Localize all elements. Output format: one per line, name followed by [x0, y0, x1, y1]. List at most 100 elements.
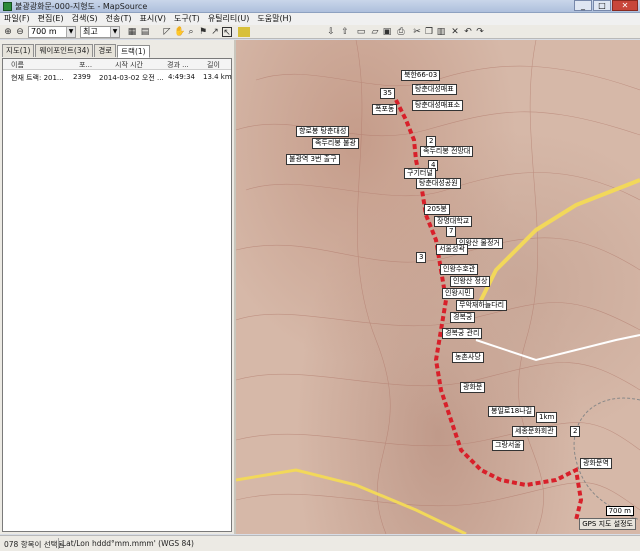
detail-level-value: 최고: [83, 27, 98, 36]
waypoint-label[interactable]: 7: [446, 226, 457, 237]
print-icon[interactable]: ⎙: [396, 27, 406, 37]
menu-help[interactable]: 도움말(H): [253, 13, 295, 25]
waypoint-label[interactable]: 폭포동: [372, 104, 398, 115]
measure-icon[interactable]: ◸: [162, 27, 172, 37]
selection-status: 078 항목이 선택됨: [4, 540, 65, 549]
waypoint-label[interactable]: 205봉: [424, 204, 450, 215]
save-icon[interactable]: ▣: [382, 27, 392, 37]
app-icon: [3, 2, 12, 11]
waypoint-label[interactable]: 인왕시민: [442, 288, 474, 299]
map-view[interactable]: 북한66-03 35 탕춘대성매표 탕춘대성매표소 폭포동 향로봉 탕춘대성 2…: [236, 40, 640, 534]
waypoint-label[interactable]: 서울성곽: [436, 244, 468, 255]
col-elapsed[interactable]: 경과 ...: [167, 60, 189, 70]
menu-view[interactable]: 표시(V): [136, 13, 170, 25]
receive-from-device-icon[interactable]: ⇩: [326, 27, 336, 37]
waypoint-label[interactable]: 족두리봉 전망대: [420, 146, 474, 157]
waypoint-label[interactable]: 세종문화회관: [512, 426, 557, 437]
window-controls: _ □ ✕: [573, 0, 638, 12]
route-tool-icon[interactable]: ↗: [210, 27, 220, 37]
menu-transfer[interactable]: 전송(T): [102, 13, 136, 25]
waypoint-label[interactable]: 인왕산 정상: [450, 276, 491, 287]
waypoint-label[interactable]: 북한66-03: [401, 70, 441, 81]
map-legend: GPS 지도 설정도: [579, 518, 636, 530]
close-button[interactable]: ✕: [612, 0, 638, 11]
open-file-icon[interactable]: ▱: [370, 27, 380, 37]
menu-tools[interactable]: 도구(T): [170, 13, 204, 25]
zoom-scale-value: 700 m: [31, 27, 57, 36]
menu-utilities[interactable]: 유틸리티(U): [204, 13, 254, 25]
map-view-icon[interactable]: ▦: [127, 27, 137, 37]
track-length: 13.4 km: [203, 73, 232, 81]
chevron-down-icon: ▼: [110, 27, 119, 37]
waypoint-label[interactable]: 광화문역: [580, 458, 612, 469]
undo-icon[interactable]: ↶: [463, 27, 473, 37]
track-start: 2014-03-02 오전 ...: [99, 74, 164, 82]
status-bar: 078 항목이 선택됨 Lat/Lon hddd°mm.mmm' (WGS 84…: [0, 535, 640, 551]
col-start-time[interactable]: 시작 시간: [115, 60, 143, 70]
minimize-button[interactable]: _: [574, 0, 592, 11]
col-length[interactable]: 길이: [207, 60, 220, 70]
scale-indicator: 700 m: [605, 506, 634, 516]
track-list[interactable]: 이름 포... 시작 시간 경과 ... 길이 현재 트랙: 201... 23…: [2, 58, 232, 532]
waypoint-flag-icon[interactable]: ⚑: [198, 27, 208, 37]
new-file-icon[interactable]: ▭: [356, 27, 366, 37]
title-bar: 불광광화문-000-지형도 - MapSource _ □ ✕: [0, 0, 640, 13]
waypoint-label[interactable]: 경복궁 관리: [442, 328, 483, 339]
track-points: 2399: [73, 73, 91, 81]
track-tool-icon[interactable]: [238, 27, 250, 37]
menu-bar: 파일(F) 편집(E) 검색(S) 전송(T) 표시(V) 도구(T) 유틸리티…: [0, 13, 640, 25]
waypoint-label[interactable]: 그랑서울: [492, 440, 524, 451]
waypoint-label[interactable]: 광화문: [460, 382, 486, 393]
tab-maps[interactable]: 지도(1): [2, 44, 35, 57]
waypoint-label[interactable]: 불광역 3번 출구: [286, 154, 340, 165]
waypoint-label[interactable]: 탕춘대성매표: [412, 84, 457, 95]
tab-waypoints[interactable]: 웨이포인트(34): [35, 44, 94, 57]
track-list-header: 이름 포... 시작 시간 경과 ... 길이: [3, 59, 231, 70]
zoom-scale-select[interactable]: 700 m ▼: [28, 26, 76, 38]
waypoint-label[interactable]: 경복궁: [450, 312, 476, 323]
waypoint-label[interactable]: 2: [570, 426, 581, 437]
paste-icon[interactable]: ▥: [436, 27, 446, 37]
window-title: 불광광화문-000-지형도 - MapSource: [15, 2, 148, 11]
redo-icon[interactable]: ↷: [475, 27, 485, 37]
data-panel: 지도(1) 웨이포인트(34) 경로 트랙(1) 이름 포... 시작 시간 경…: [0, 40, 234, 534]
zoom-out-icon[interactable]: ⊖: [15, 27, 25, 37]
main-road-2: [236, 468, 467, 534]
map-layers-icon[interactable]: ▤: [140, 27, 150, 37]
tab-routes[interactable]: 경로: [94, 44, 117, 57]
menu-find[interactable]: 검색(S): [68, 13, 102, 25]
select-arrow-icon[interactable]: ↖: [222, 27, 232, 38]
waypoint-label[interactable]: 3: [416, 252, 427, 263]
waypoint-label[interactable]: 탕춘대성매표소: [412, 100, 464, 111]
col-name[interactable]: 이름: [11, 60, 24, 70]
menu-file[interactable]: 파일(F): [0, 13, 34, 25]
zoom-tool-icon[interactable]: ⌕: [186, 27, 196, 37]
track-elapsed: 4:49:34: [168, 73, 195, 81]
col-points[interactable]: 포...: [79, 60, 92, 70]
menu-edit[interactable]: 편집(E): [34, 13, 68, 25]
waypoint-label[interactable]: 농촌사당: [452, 352, 484, 363]
track-name: 현재 트랙: 201...: [11, 74, 64, 82]
waypoint-label[interactable]: 향로봉 탕춘대성: [296, 126, 350, 137]
waypoint-label[interactable]: 35: [380, 88, 395, 99]
waypoint-label[interactable]: 봉일로18나길: [488, 406, 536, 417]
cut-icon[interactable]: ✂: [412, 27, 422, 37]
zoom-in-icon[interactable]: ⊕: [3, 27, 13, 37]
send-to-device-icon[interactable]: ⇧: [340, 27, 350, 37]
waypoint-label[interactable]: 인왕수호관: [440, 264, 479, 275]
waypoint-label[interactable]: 1km: [536, 412, 558, 423]
detail-level-select[interactable]: 최고 ▼: [80, 26, 120, 38]
maximize-button[interactable]: □: [593, 0, 611, 11]
waypoint-label[interactable]: 탕춘대성공원: [416, 178, 461, 189]
copy-icon[interactable]: ❐: [424, 27, 434, 37]
status-divider: [58, 538, 59, 549]
tab-tracks[interactable]: 트랙(1): [117, 45, 150, 58]
delete-icon[interactable]: ✕: [450, 27, 460, 37]
hand-pan-icon[interactable]: ✋: [174, 27, 185, 37]
waypoint-label[interactable]: 무악재하늘다리: [456, 300, 508, 311]
waypoint-label[interactable]: 족두리봉 불광: [312, 138, 359, 149]
chevron-down-icon: ▼: [66, 27, 75, 37]
toolbar: ⊕ ⊖ 700 m ▼ 최고 ▼ ▦ ▤ ◸ ✋ ⌕ ⚑ ↗ ↖ ⇩ ⇧ ▭ ▱…: [0, 25, 640, 39]
data-tabs: 지도(1) 웨이포인트(34) 경로 트랙(1): [2, 44, 151, 58]
local-road: [475, 334, 640, 362]
